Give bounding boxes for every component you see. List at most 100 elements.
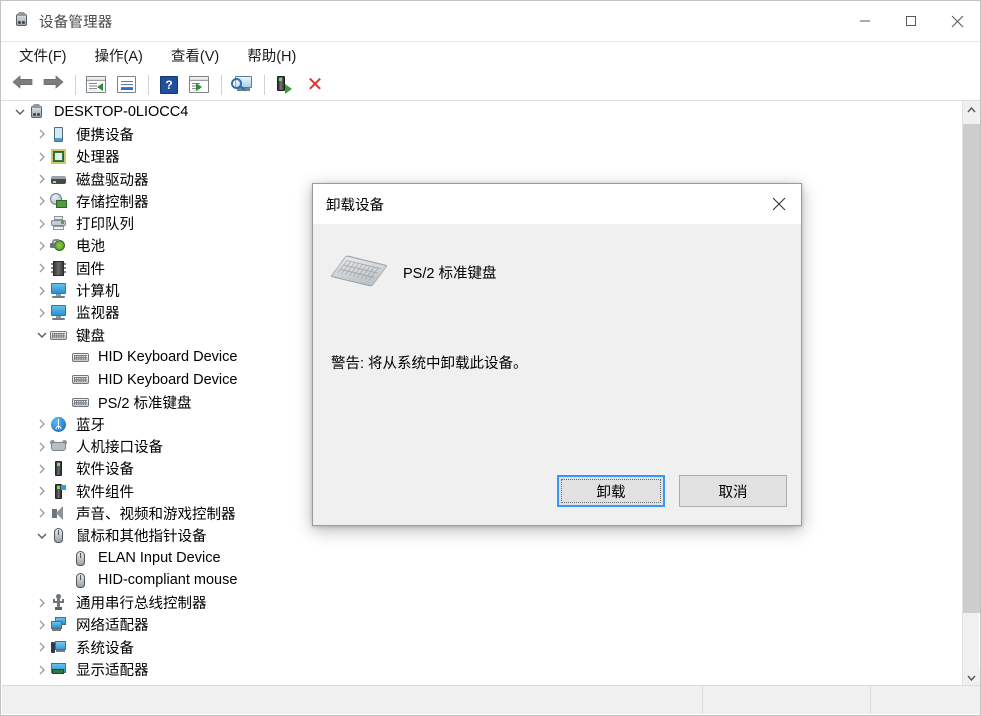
hid-device-icon xyxy=(50,438,67,455)
scan-magnifier-icon xyxy=(231,75,253,94)
show-hide-console-tree-button[interactable] xyxy=(82,72,110,98)
chevron-right-icon[interactable] xyxy=(34,283,50,299)
chevron-down-icon[interactable] xyxy=(34,327,50,343)
tree-item-label: 磁盘驱动器 xyxy=(76,172,149,189)
keyboard-icon xyxy=(72,371,89,388)
tree-row[interactable]: ELAN Input Device xyxy=(2,547,962,569)
dialog-button-row: 卸载 取消 xyxy=(557,475,787,507)
dialog-warning-text: 警告: 将从系统中卸载此设备。 xyxy=(331,356,528,372)
software-device-icon xyxy=(50,460,67,477)
tree-item-label: HID-compliant mouse xyxy=(98,572,238,589)
monitor-icon xyxy=(50,304,67,321)
help-question-icon: ? xyxy=(160,75,178,94)
update-driver-icon xyxy=(275,75,295,94)
dialog-title-bar: 卸载设备 xyxy=(313,184,801,224)
tree-item-label: 监视器 xyxy=(76,306,120,323)
tree-item-label: 电池 xyxy=(76,239,105,256)
menu-help[interactable]: 帮助(H) xyxy=(245,43,298,68)
close-button[interactable] xyxy=(934,1,980,41)
chevron-right-icon[interactable] xyxy=(34,617,50,633)
toolbar-separator xyxy=(264,74,265,95)
tree-vertical-scrollbar[interactable] xyxy=(962,101,980,686)
dialog-close-button[interactable] xyxy=(756,184,801,223)
scan-hardware-changes-button[interactable] xyxy=(228,72,256,98)
uninstall-device-button[interactable]: ✕ xyxy=(301,72,329,98)
tree-row[interactable]: 处理器 xyxy=(2,146,962,168)
chevron-right-icon[interactable] xyxy=(34,305,50,321)
tree-item-label: 显示适配器 xyxy=(76,663,149,680)
toolbar-separator xyxy=(148,74,149,95)
tree-row[interactable]: 鼠标和其他指针设备 xyxy=(2,525,962,547)
tree-item-label: DESKTOP-0LIOCC4 xyxy=(54,104,189,121)
chevron-right-icon[interactable] xyxy=(34,193,50,209)
keyboard-perspective-icon xyxy=(330,252,389,292)
scrollbar-thumb[interactable] xyxy=(963,124,980,613)
menu-view[interactable]: 查看(V) xyxy=(169,43,221,68)
minimize-button[interactable] xyxy=(842,1,888,41)
chevron-right-icon[interactable] xyxy=(34,639,50,655)
toolbar: ? ✕ xyxy=(1,69,980,101)
scroll-down-button[interactable] xyxy=(963,669,980,686)
tree-row[interactable]: 显示适配器 xyxy=(2,658,962,680)
status-segment-1 xyxy=(2,686,702,714)
update-driver-button[interactable] xyxy=(271,72,299,98)
window-title: 设备管理器 xyxy=(39,14,113,31)
chevron-right-icon[interactable] xyxy=(34,149,50,165)
chevron-right-icon[interactable] xyxy=(34,595,50,611)
tree-root-row[interactable]: DESKTOP-0LIOCC4 xyxy=(2,101,962,123)
chevron-down-icon[interactable] xyxy=(34,528,50,544)
forward-button[interactable] xyxy=(39,72,67,98)
chevron-right-icon[interactable] xyxy=(34,662,50,678)
tree-row[interactable]: 便携设备 xyxy=(2,123,962,145)
menu-file[interactable]: 文件(F) xyxy=(17,43,69,68)
chevron-down-icon[interactable] xyxy=(12,104,28,120)
show-pane-button[interactable] xyxy=(185,72,213,98)
tree-row[interactable]: HID-compliant mouse xyxy=(2,569,962,591)
scroll-up-button[interactable] xyxy=(963,101,980,118)
menu-action[interactable]: 操作(A) xyxy=(93,43,145,68)
tree-item-label: HID Keyboard Device xyxy=(98,349,238,366)
red-x-icon: ✕ xyxy=(306,73,324,96)
chevron-right-icon[interactable] xyxy=(34,216,50,232)
chevron-right-icon[interactable] xyxy=(34,171,50,187)
properties-button[interactable] xyxy=(112,72,140,98)
properties-icon xyxy=(116,76,136,93)
tree-item-label: 声音、视频和游戏控制器 xyxy=(76,506,236,523)
mouse-icon xyxy=(72,550,89,567)
status-segment-2 xyxy=(702,686,870,714)
dialog-body: PS/2 标准键盘 警告: 将从系统中卸载此设备。 卸载 取消 xyxy=(313,224,801,525)
tree-item-label: 存储控制器 xyxy=(76,194,149,211)
chevron-right-icon[interactable] xyxy=(34,439,50,455)
chevron-right-icon[interactable] xyxy=(34,238,50,254)
dialog-device-name: PS/2 标准键盘 xyxy=(403,265,497,282)
cancel-button[interactable]: 取消 xyxy=(679,475,787,507)
portable-device-icon xyxy=(50,126,67,143)
tree-item-label: 系统设备 xyxy=(76,640,134,657)
back-button[interactable] xyxy=(9,72,37,98)
chevron-right-icon[interactable] xyxy=(34,505,50,521)
computer-root-icon xyxy=(28,103,45,121)
tree-item-label: PS/2 标准键盘 xyxy=(98,395,192,412)
chevron-right-icon[interactable] xyxy=(34,483,50,499)
maximize-button[interactable] xyxy=(888,1,934,41)
menu-bar: 文件(F) 操作(A) 查看(V) 帮助(H) xyxy=(1,41,980,69)
chevron-right-icon[interactable] xyxy=(34,416,50,432)
tree-item-label: 鼠标和其他指针设备 xyxy=(76,529,207,546)
chevron-right-icon[interactable] xyxy=(34,461,50,477)
sound-video-game-icon xyxy=(50,505,67,522)
dialog-device-row: PS/2 标准键盘 xyxy=(313,252,801,292)
chevron-right-icon[interactable] xyxy=(34,260,50,276)
tree-item-label: 人机接口设备 xyxy=(76,440,163,457)
tree-row[interactable]: 网络适配器 xyxy=(2,614,962,636)
storage-controller-icon xyxy=(50,192,67,210)
uninstall-confirm-button[interactable]: 卸载 xyxy=(557,475,665,507)
tree-item-label: 键盘 xyxy=(76,328,105,345)
help-button[interactable]: ? xyxy=(155,72,183,98)
tree-row[interactable]: 系统设备 xyxy=(2,636,962,658)
tree-row[interactable]: 通用串行总线控制器 xyxy=(2,592,962,614)
chevron-right-icon[interactable] xyxy=(34,126,50,142)
